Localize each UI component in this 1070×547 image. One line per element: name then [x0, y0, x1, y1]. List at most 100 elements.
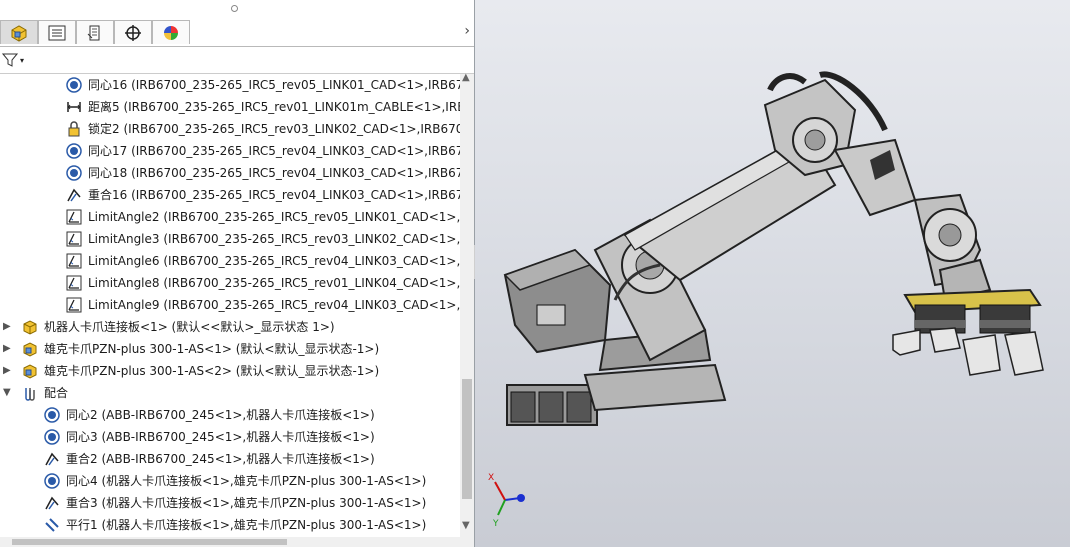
coincident-mate-icon — [44, 451, 60, 467]
feature-tree: 同心16 (IRB6700_235-265_IRC5_rev05_LINK01_… — [0, 74, 460, 537]
tab-overflow-chevron-icon[interactable]: › — [464, 23, 470, 39]
limit-angle-icon — [66, 231, 82, 247]
tree-item-label: 平行1 (机器人卡爪连接板<1>,雄克卡爪PZN-plus 300-1-AS<1… — [66, 518, 427, 532]
concentric-mate-icon — [44, 473, 60, 489]
tree-mate-item[interactable]: 重合16 (IRB6700_235-265_IRC5_rev04_LINK03_… — [0, 184, 460, 206]
tree-mate-item[interactable]: 同心2 (ABB-IRB6700_245<1>,机器人卡爪连接板<1>) — [0, 404, 460, 426]
robot-wrist — [833, 138, 992, 302]
distance-mate-icon — [66, 99, 82, 115]
chevron-right-icon[interactable]: ▶ — [3, 360, 11, 382]
graphics-area[interactable]: X Y — [475, 0, 1070, 547]
feature-manager-tab[interactable] — [0, 20, 38, 44]
filter-bar: ▾ — [0, 47, 474, 74]
tree-item-label: 重合16 (IRB6700_235-265_IRC5_rev04_LINK03_… — [88, 188, 460, 202]
tree-item-label: 同心18 (IRB6700_235-265_IRC5_rev04_LINK03_… — [88, 166, 460, 180]
concentric-mate-icon — [66, 143, 82, 159]
tree-item-label: 同心2 (ABB-IRB6700_245<1>,机器人卡爪连接板<1>) — [66, 408, 375, 422]
property-list-icon — [48, 25, 66, 40]
gripper-assembly — [892, 288, 1044, 376]
display-manager-tab[interactable] — [152, 20, 190, 44]
tree-mate-item[interactable]: 同心16 (IRB6700_235-265_IRC5_rev05_LINK01_… — [0, 74, 460, 96]
tree-item-label: 重合3 (机器人卡爪连接板<1>,雄克卡爪PZN-plus 300-1-AS<1… — [66, 496, 427, 510]
tree-item-label: 雄克卡爪PZN-plus 300-1-AS<1> (默认<默认_显示状态-1>) — [44, 342, 380, 356]
limit-angle-icon — [66, 253, 82, 269]
dimxpert-tab[interactable] — [114, 20, 152, 44]
limit-angle-icon — [66, 297, 82, 313]
triad-x-label: X — [488, 473, 494, 483]
configuration-icon — [87, 25, 100, 40]
property-manager-tab[interactable] — [38, 20, 76, 44]
filter-icon — [2, 53, 18, 67]
tree-mate-item[interactable]: 同心17 (IRB6700_235-265_IRC5_rev04_LINK03_… — [0, 140, 460, 162]
tree-item-label: 距离5 (IRB6700_235-265_IRC5_rev01_LINK01m_… — [88, 100, 460, 114]
robot-model-render: X Y — [488, 71, 1044, 529]
tree-item-label: 配合 — [44, 386, 69, 400]
lock-mate-icon — [66, 121, 82, 137]
tree-mate-item[interactable]: 平行1 (机器人卡爪连接板<1>,雄克卡爪PZN-plus 300-1-AS<1… — [0, 514, 460, 536]
tree-item-label: 雄克卡爪PZN-plus 300-1-AS<2> (默认<默认_显示状态-1>) — [44, 364, 380, 378]
crosshair-icon — [125, 24, 141, 41]
concentric-mate-icon — [44, 429, 60, 445]
concentric-mate-icon — [66, 165, 82, 181]
tree-item-label: 同心4 (机器人卡爪连接板<1>,雄克卡爪PZN-plus 300-1-AS<1… — [66, 474, 427, 488]
robot-upper-arm — [623, 71, 888, 282]
tree-mate-item[interactable]: 同心4 (机器人卡爪连接板<1>,雄克卡爪PZN-plus 300-1-AS<1… — [0, 470, 460, 492]
tree-item-label: 机器人卡爪连接板<1> (默认<<默认>_显示状态 1>) — [44, 320, 335, 334]
color-wheel-icon — [164, 25, 178, 40]
tree-item-label: 重合2 (ABB-IRB6700_245<1>,机器人卡爪连接板<1>) — [66, 452, 375, 466]
tree-mate-item[interactable]: 距离5 (IRB6700_235-265_IRC5_rev01_LINK01m_… — [0, 96, 460, 118]
tree-item-label: LimitAngle3 (IRB6700_235-265_IRC5_rev03_… — [88, 232, 460, 246]
tree-mate-item[interactable]: LimitAngle2 (IRB6700_235-265_IRC5_rev05_… — [0, 206, 460, 228]
configuration-manager-tab[interactable] — [76, 20, 114, 44]
parallel-mate-icon — [44, 517, 60, 533]
tree-horizontal-scrollbar[interactable] — [0, 537, 474, 547]
tree-mate-item[interactable]: 同心18 (IRB6700_235-265_IRC5_rev04_LINK03_… — [0, 162, 460, 184]
scroll-down-icon[interactable]: ▼ — [462, 520, 470, 531]
tree-mate-item[interactable]: 同心3 (ABB-IRB6700_245<1>,机器人卡爪连接板<1>) — [0, 426, 460, 448]
coincident-mate-icon — [66, 187, 82, 203]
tree-mate-item[interactable]: LimitAngle3 (IRB6700_235-265_IRC5_rev03_… — [0, 228, 460, 250]
tree-node[interactable]: ▶ 机器人卡爪连接板<1> (默认<<默认>_显示状态 1>) — [0, 316, 460, 338]
tree-item-label: LimitAngle8 (IRB6700_235-265_IRC5_rev01_… — [88, 276, 460, 290]
tree-item-label: LimitAngle2 (IRB6700_235-265_IRC5_rev05_… — [88, 210, 460, 224]
feature-manager-panel: › ▾ 同心16 (IRB6700_235-265_IRC5_rev05_LIN… — [0, 0, 474, 547]
filter-button[interactable]: ▾ — [2, 50, 28, 70]
concentric-mate-icon — [44, 407, 60, 423]
tree-vertical-scrollbar[interactable]: ▲ ▼ — [460, 72, 474, 537]
tree-mate-item[interactable]: LimitAngle9 (IRB6700_235-265_IRC5_rev04_… — [0, 294, 460, 316]
tree-node[interactable]: ▶ 雄克卡爪PZN-plus 300-1-AS<1> (默认<默认_显示状态-1>… — [0, 338, 460, 360]
chevron-right-icon[interactable]: ▶ — [3, 338, 11, 360]
manager-tab-bar: › — [0, 18, 474, 47]
tree-item-label: LimitAngle6 (IRB6700_235-265_IRC5_rev04_… — [88, 254, 460, 268]
chevron-right-icon[interactable]: ▶ — [3, 316, 11, 338]
scrollbar-thumb[interactable] — [462, 379, 472, 499]
mates-folder-icon — [22, 385, 38, 401]
limit-angle-icon — [66, 209, 82, 225]
tree-mate-item[interactable]: 锁定2 (IRB6700_235-265_IRC5_rev03_LINK02_C… — [0, 118, 460, 140]
tree-node[interactable]: ▶ 雄克卡爪PZN-plus 300-1-AS<2> (默认<默认_显示状态-1>… — [0, 360, 460, 382]
part-icon — [22, 319, 38, 335]
scroll-up-icon[interactable]: ▲ — [462, 72, 470, 83]
view-orientation-triad[interactable]: X Y — [488, 473, 525, 529]
tree-mate-item[interactable]: LimitAngle6 (IRB6700_235-265_IRC5_rev04_… — [0, 250, 460, 272]
tree-item-label: LimitAngle9 (IRB6700_235-265_IRC5_rev04_… — [88, 298, 460, 312]
assembly-icon — [11, 24, 27, 42]
chevron-down-icon[interactable]: ▼ — [3, 382, 11, 404]
subassembly-icon — [22, 363, 38, 379]
tree-mate-item[interactable]: 重合3 (机器人卡爪连接板<1>,雄克卡爪PZN-plus 300-1-AS<1… — [0, 492, 460, 514]
scrollbar-thumb[interactable] — [12, 539, 287, 545]
panel-splitter-grip[interactable] — [0, 0, 474, 18]
triad-y-label: Y — [492, 519, 499, 529]
chevron-down-icon: ▾ — [20, 55, 25, 65]
tree-mate-item[interactable]: LimitAngle8 (IRB6700_235-265_IRC5_rev01_… — [0, 272, 460, 294]
coincident-mate-icon — [44, 495, 60, 511]
tree-item-label: 同心3 (ABB-IRB6700_245<1>,机器人卡爪连接板<1>) — [66, 430, 375, 444]
subassembly-icon — [22, 341, 38, 357]
tree-mate-item[interactable]: 重合2 (ABB-IRB6700_245<1>,机器人卡爪连接板<1>) — [0, 448, 460, 470]
tree-node[interactable]: ▼ 配合 — [0, 382, 460, 404]
tree-item-label: 锁定2 (IRB6700_235-265_IRC5_rev03_LINK02_C… — [88, 122, 460, 136]
tree-item-label: 同心16 (IRB6700_235-265_IRC5_rev05_LINK01_… — [88, 78, 460, 92]
concentric-mate-icon — [66, 77, 82, 93]
robot-counterweight — [503, 248, 612, 354]
limit-angle-icon — [66, 275, 82, 291]
